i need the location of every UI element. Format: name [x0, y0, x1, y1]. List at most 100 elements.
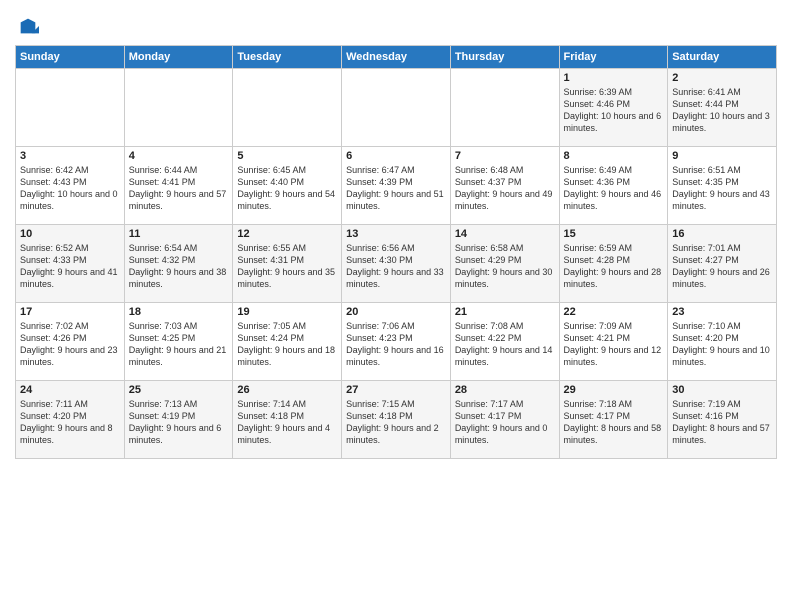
day-number: 26: [237, 384, 337, 396]
calendar-cell: 3 Sunrise: 6:42 AM Sunset: 4:43 PM Daylig…: [16, 147, 125, 225]
calendar-cell: 16Sunrise: 7:01 AM Sunset: 4:27 PM Dayli…: [668, 225, 777, 303]
day-info: Sunrise: 6:59 AM Sunset: 4:28 PM Dayligh…: [564, 242, 664, 291]
day-info: Sunrise: 6:42 AM Sunset: 4:43 PM Dayligh…: [20, 164, 120, 213]
calendar-cell: [16, 69, 125, 147]
day-info: Sunrise: 6:45 AM Sunset: 4:40 PM Dayligh…: [237, 164, 337, 213]
calendar-cell: 24 Sunrise: 7:11 AM Sunset: 4:20 PM Dayli…: [16, 381, 125, 459]
calendar-cell: 10 Sunrise: 6:52 AM Sunset: 4:33 PM Dayli…: [16, 225, 125, 303]
header-row: SundayMondayTuesdayWednesdayThursdayFrid…: [16, 46, 777, 69]
calendar-cell: 7 Sunrise: 6:48 AM Sunset: 4:37 PM Daylig…: [450, 147, 559, 225]
day-number: 6: [346, 150, 446, 162]
weekday-header: Tuesday: [233, 46, 342, 69]
calendar-cell: 13 Sunrise: 6:56 AM Sunset: 4:30 PM Dayli…: [342, 225, 451, 303]
calendar-cell: 27 Sunrise: 7:15 AM Sunset: 4:18 PM Dayli…: [342, 381, 451, 459]
day-number: 13: [346, 228, 446, 240]
calendar-cell: 29 Sunrise: 7:18 AM Sunset: 4:17 PM Dayli…: [559, 381, 668, 459]
day-info: Sunrise: 7:14 AM Sunset: 4:18 PM Dayligh…: [237, 398, 337, 447]
weekday-header: Friday: [559, 46, 668, 69]
calendar-cell: 11 Sunrise: 6:54 AM Sunset: 4:32 PM Dayli…: [124, 225, 233, 303]
weekday-header: Wednesday: [342, 46, 451, 69]
day-number: 18: [129, 306, 229, 318]
day-number: 1: [564, 72, 664, 84]
day-info: Sunrise: 6:44 AM Sunset: 4:41 PM Dayligh…: [129, 164, 229, 213]
calendar-cell: 22 Sunrise: 7:09 AM Sunset: 4:21 PM Dayli…: [559, 303, 668, 381]
day-number: 3: [20, 150, 120, 162]
calendar-week-row: 24 Sunrise: 7:11 AM Sunset: 4:20 PM Dayli…: [16, 381, 777, 459]
day-number: 16: [672, 228, 772, 240]
calendar-table: SundayMondayTuesdayWednesdayThursdayFrid…: [15, 45, 777, 459]
weekday-header: Monday: [124, 46, 233, 69]
calendar-cell: 9 Sunrise: 6:51 AM Sunset: 4:35 PM Daylig…: [668, 147, 777, 225]
day-info: Sunrise: 7:18 AM Sunset: 4:17 PM Dayligh…: [564, 398, 664, 447]
day-number: 29: [564, 384, 664, 396]
logo: [15, 15, 39, 37]
calendar-cell: [342, 69, 451, 147]
day-info: Sunrise: 7:17 AM Sunset: 4:17 PM Dayligh…: [455, 398, 555, 447]
calendar-cell: 28 Sunrise: 7:17 AM Sunset: 4:17 PM Dayli…: [450, 381, 559, 459]
day-info: Sunrise: 6:48 AM Sunset: 4:37 PM Dayligh…: [455, 164, 555, 213]
day-info: Sunrise: 6:41 AM Sunset: 4:44 PM Dayligh…: [672, 86, 772, 135]
day-number: 5: [237, 150, 337, 162]
calendar-week-row: 17 Sunrise: 7:02 AM Sunset: 4:26 PM Dayli…: [16, 303, 777, 381]
calendar-cell: 30 Sunrise: 7:19 AM Sunset: 4:16 PM Dayli…: [668, 381, 777, 459]
calendar-cell: 21Sunrise: 7:08 AM Sunset: 4:22 PM Dayli…: [450, 303, 559, 381]
day-info: Sunrise: 7:10 AM Sunset: 4:20 PM Dayligh…: [672, 320, 772, 369]
day-number: 10: [20, 228, 120, 240]
day-number: 14: [455, 228, 555, 240]
day-number: 23: [672, 306, 772, 318]
calendar-cell: 15 Sunrise: 6:59 AM Sunset: 4:28 PM Dayli…: [559, 225, 668, 303]
day-number: 9: [672, 150, 772, 162]
day-number: 21: [455, 306, 555, 318]
day-number: 24: [20, 384, 120, 396]
calendar-cell: 1 Sunrise: 6:39 AM Sunset: 4:46 PM Daylig…: [559, 69, 668, 147]
page-container: SundayMondayTuesdayWednesdayThursdayFrid…: [0, 0, 792, 464]
calendar-cell: 19 Sunrise: 7:05 AM Sunset: 4:24 PM Dayli…: [233, 303, 342, 381]
day-info: Sunrise: 7:02 AM Sunset: 4:26 PM Dayligh…: [20, 320, 120, 369]
day-number: 28: [455, 384, 555, 396]
day-number: 19: [237, 306, 337, 318]
day-info: Sunrise: 6:39 AM Sunset: 4:46 PM Dayligh…: [564, 86, 664, 135]
day-info: Sunrise: 6:52 AM Sunset: 4:33 PM Dayligh…: [20, 242, 120, 291]
calendar-week-row: 1 Sunrise: 6:39 AM Sunset: 4:46 PM Daylig…: [16, 69, 777, 147]
calendar-week-row: 3 Sunrise: 6:42 AM Sunset: 4:43 PM Daylig…: [16, 147, 777, 225]
day-number: 11: [129, 228, 229, 240]
calendar-cell: 17 Sunrise: 7:02 AM Sunset: 4:26 PM Dayli…: [16, 303, 125, 381]
weekday-header: Saturday: [668, 46, 777, 69]
day-info: Sunrise: 7:11 AM Sunset: 4:20 PM Dayligh…: [20, 398, 120, 447]
weekday-header: Thursday: [450, 46, 559, 69]
day-info: Sunrise: 6:55 AM Sunset: 4:31 PM Dayligh…: [237, 242, 337, 291]
day-number: 17: [20, 306, 120, 318]
day-info: Sunrise: 7:03 AM Sunset: 4:25 PM Dayligh…: [129, 320, 229, 369]
calendar-cell: 26 Sunrise: 7:14 AM Sunset: 4:18 PM Dayli…: [233, 381, 342, 459]
day-number: 27: [346, 384, 446, 396]
calendar-cell: [124, 69, 233, 147]
day-info: Sunrise: 7:09 AM Sunset: 4:21 PM Dayligh…: [564, 320, 664, 369]
day-number: 4: [129, 150, 229, 162]
calendar-week-row: 10 Sunrise: 6:52 AM Sunset: 4:33 PM Dayli…: [16, 225, 777, 303]
calendar-cell: 14 Sunrise: 6:58 AM Sunset: 4:29 PM Dayli…: [450, 225, 559, 303]
calendar-cell: 5 Sunrise: 6:45 AM Sunset: 4:40 PM Daylig…: [233, 147, 342, 225]
day-info: Sunrise: 7:19 AM Sunset: 4:16 PM Dayligh…: [672, 398, 772, 447]
day-number: 25: [129, 384, 229, 396]
day-info: Sunrise: 7:13 AM Sunset: 4:19 PM Dayligh…: [129, 398, 229, 447]
day-info: Sunrise: 7:05 AM Sunset: 4:24 PM Dayligh…: [237, 320, 337, 369]
calendar-cell: 18 Sunrise: 7:03 AM Sunset: 4:25 PM Dayli…: [124, 303, 233, 381]
day-number: 22: [564, 306, 664, 318]
day-number: 12: [237, 228, 337, 240]
calendar-cell: 4 Sunrise: 6:44 AM Sunset: 4:41 PM Daylig…: [124, 147, 233, 225]
logo-icon: [17, 15, 39, 37]
day-info: Sunrise: 6:51 AM Sunset: 4:35 PM Dayligh…: [672, 164, 772, 213]
calendar-cell: 2Sunrise: 6:41 AM Sunset: 4:44 PM Daylig…: [668, 69, 777, 147]
day-info: Sunrise: 6:58 AM Sunset: 4:29 PM Dayligh…: [455, 242, 555, 291]
day-info: Sunrise: 6:56 AM Sunset: 4:30 PM Dayligh…: [346, 242, 446, 291]
day-info: Sunrise: 6:47 AM Sunset: 4:39 PM Dayligh…: [346, 164, 446, 213]
day-number: 8: [564, 150, 664, 162]
day-number: 20: [346, 306, 446, 318]
weekday-header: Sunday: [16, 46, 125, 69]
day-number: 7: [455, 150, 555, 162]
day-info: Sunrise: 6:54 AM Sunset: 4:32 PM Dayligh…: [129, 242, 229, 291]
day-number: 30: [672, 384, 772, 396]
day-number: 15: [564, 228, 664, 240]
page-header: [15, 10, 777, 37]
day-info: Sunrise: 7:15 AM Sunset: 4:18 PM Dayligh…: [346, 398, 446, 447]
